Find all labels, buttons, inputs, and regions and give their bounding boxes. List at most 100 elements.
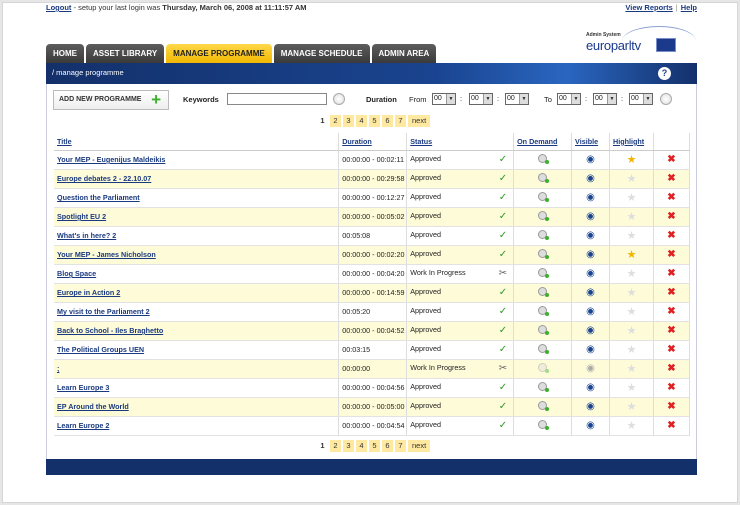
programme-title-link[interactable]: Your MEP - Eugenijus Maldeikis [54,150,340,170]
star-icon[interactable]: ★ [627,325,637,337]
programme-title-link[interactable]: The Political Groups UEN [54,340,340,360]
column-header-highlight[interactable]: Highlight [609,133,654,151]
page-link[interactable]: 5 [369,440,380,452]
from-hours-select[interactable]: 00 ▼ [432,93,456,105]
column-header-title[interactable]: Title [54,133,340,151]
delete-icon[interactable]: ✖ [667,306,675,317]
delete-icon[interactable]: ✖ [667,268,675,279]
page-link[interactable]: 3 [343,440,354,452]
on-demand-icon[interactable] [538,268,550,278]
programme-title-link[interactable]: EP Around the World [54,397,340,417]
on-demand-icon[interactable] [538,249,550,259]
from-minutes-select[interactable]: 00 ▼ [469,93,493,105]
eye-icon[interactable]: ◉ [586,173,595,184]
delete-icon[interactable]: ✖ [667,363,675,374]
page-link[interactable]: 6 [382,440,393,452]
on-demand-icon[interactable] [538,154,550,164]
column-header-on-demand[interactable]: On Demand [513,133,573,151]
help-link[interactable]: Help [681,3,697,12]
programme-title-link[interactable]: What's in here? 2 [54,226,340,246]
on-demand-icon[interactable] [538,382,550,392]
eye-icon[interactable]: ◉ [586,287,595,298]
on-demand-icon[interactable] [538,344,550,354]
page-link[interactable]: 2 [330,440,341,452]
star-icon[interactable]: ★ [627,287,637,299]
star-icon[interactable]: ★ [627,173,637,185]
star-icon[interactable]: ★ [627,154,637,166]
programme-title-link[interactable]: Spotlight EU 2 [54,207,340,227]
star-icon[interactable]: ★ [627,401,637,413]
page-link[interactable]: 2 [330,115,341,127]
eye-icon[interactable]: ◉ [586,268,595,279]
delete-icon[interactable]: ✖ [667,420,675,431]
programme-title-link[interactable]: Europe in Action 2 [54,283,340,303]
programme-title-link[interactable]: Learn Europe 2 [54,416,340,436]
delete-icon[interactable]: ✖ [667,211,675,222]
page-link[interactable]: 7 [395,440,406,452]
eye-icon[interactable]: ◉ [586,249,595,260]
star-icon[interactable]: ★ [627,306,637,318]
delete-icon[interactable]: ✖ [667,344,675,355]
from-seconds-select[interactable]: 00 ▼ [505,93,529,105]
delete-icon[interactable]: ✖ [667,325,675,336]
on-demand-icon[interactable] [538,325,550,335]
to-hours-select[interactable]: 00 ▼ [557,93,581,105]
next-page-link[interactable]: next [408,115,431,127]
logout-link[interactable]: Logout [46,3,71,12]
on-demand-icon[interactable] [538,287,550,297]
to-minutes-select[interactable]: 00 ▼ [593,93,617,105]
delete-icon[interactable]: ✖ [667,192,675,203]
star-icon[interactable]: ★ [627,211,637,223]
eye-icon[interactable]: ◉ [586,211,595,222]
tab-asset-library[interactable]: ASSET LIBRARY [86,44,165,63]
help-icon[interactable]: ? [658,67,671,80]
page-link[interactable]: 4 [356,115,367,127]
eye-icon[interactable]: ◉ [586,382,595,393]
programme-title-link[interactable]: Europe debates 2 - 22.10.07 [54,169,340,189]
on-demand-icon[interactable] [538,230,550,240]
on-demand-icon[interactable] [538,173,550,183]
star-icon[interactable]: ★ [627,382,637,394]
keywords-input[interactable] [227,93,327,105]
page-link[interactable]: 5 [369,115,380,127]
eye-icon[interactable]: ◉ [586,306,595,317]
programme-title-link[interactable]: My visit to the Parliament 2 [54,302,340,322]
delete-icon[interactable]: ✖ [667,401,675,412]
page-link[interactable]: 3 [343,115,354,127]
delete-icon[interactable]: ✖ [667,154,675,165]
column-header-visible[interactable]: Visible [571,133,611,151]
star-icon[interactable]: ★ [627,420,637,432]
column-header-status[interactable]: Status [406,133,515,151]
on-demand-icon[interactable] [538,192,550,202]
page-link[interactable]: 4 [356,440,367,452]
delete-icon[interactable]: ✖ [667,382,675,393]
next-page-link[interactable]: next [408,440,431,452]
programme-title-link[interactable]: ; [54,359,340,379]
programme-title-link[interactable]: Your MEP - James Nicholson [54,245,340,265]
star-icon[interactable]: ★ [627,230,637,242]
duration-search-button[interactable] [660,93,672,105]
add-new-programme-button[interactable]: ADD NEW PROGRAMME + [53,90,169,110]
delete-icon[interactable]: ✖ [667,173,675,184]
delete-icon[interactable]: ✖ [667,230,675,241]
on-demand-icon[interactable] [538,211,550,221]
star-icon[interactable]: ★ [627,344,637,356]
keyword-search-button[interactable] [333,93,345,105]
eye-icon[interactable]: ◉ [586,154,595,165]
on-demand-icon[interactable] [538,401,550,411]
eye-icon[interactable]: ◉ [586,420,595,431]
column-header-duration[interactable]: Duration [338,133,408,151]
view-reports-link[interactable]: View Reports [625,3,672,12]
on-demand-icon[interactable] [538,420,550,430]
on-demand-icon[interactable] [538,306,550,316]
page-link[interactable]: 7 [395,115,406,127]
tab-manage-schedule[interactable]: MANAGE SCHEDULE [273,44,370,63]
page-link[interactable]: 6 [382,115,393,127]
eye-icon[interactable]: ◉ [586,192,595,203]
delete-icon[interactable]: ✖ [667,287,675,298]
star-icon[interactable]: ★ [627,192,637,204]
programme-title-link[interactable]: Question the Parliament [54,188,340,208]
star-icon[interactable]: ★ [627,363,637,375]
to-seconds-select[interactable]: 00 ▼ [629,93,653,105]
tab-manage-programme[interactable]: MANAGE PROGRAMME [166,44,272,63]
